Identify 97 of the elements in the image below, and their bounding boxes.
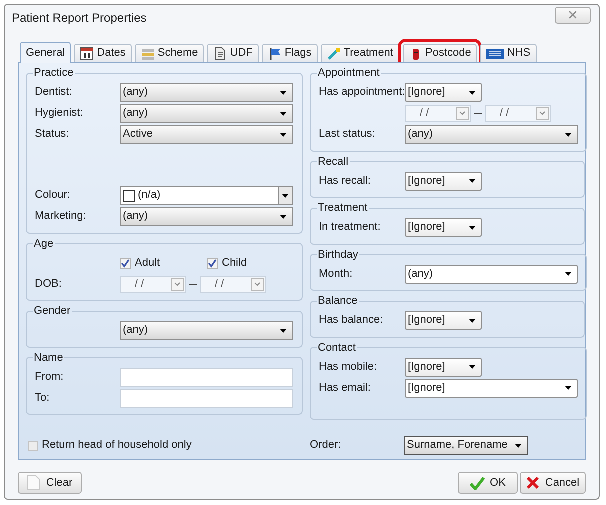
dropdown-arrow-icon: [469, 179, 476, 183]
tab[interactable]: Scheme: [134, 44, 204, 62]
tab[interactable]: Treatment: [320, 44, 400, 62]
check-icon: [470, 476, 486, 490]
ok-button[interactable]: OK: [458, 472, 518, 494]
group-title: Balance: [317, 294, 359, 309]
dropdown-arrow-icon: [565, 132, 572, 136]
dropdown[interactable]: (any): [120, 207, 293, 226]
field-label: In treatment:: [319, 220, 381, 236]
field-label: Has appointment:: [319, 85, 406, 100]
tab[interactable]: Flags: [262, 44, 318, 62]
field-label: Status:: [35, 127, 70, 142]
group-title: Name: [33, 350, 64, 366]
date-field[interactable]: / /: [405, 105, 471, 122]
dropdown[interactable]: (any): [120, 321, 293, 340]
blank-page-icon: [27, 475, 42, 491]
badge-icon: [486, 48, 504, 58]
colour-dropdown[interactable]: (n/a): [120, 186, 293, 205]
chevron-down-icon: [536, 107, 549, 120]
dropdown-arrow-icon: [280, 112, 287, 116]
dropdown[interactable]: (any): [405, 264, 578, 284]
dropdown-arrow-icon: [469, 90, 476, 94]
chevron-down-icon: [171, 278, 184, 290]
range-dash: [474, 113, 482, 114]
field-label: Has balance:: [319, 313, 384, 328]
document-icon: [213, 46, 228, 60]
date-field[interactable]: / /: [485, 105, 551, 122]
text-field[interactable]: [120, 388, 293, 408]
date-field[interactable]: / /: [200, 276, 266, 292]
dropdown-arrow-icon: [565, 386, 572, 390]
field-label: Has mobile:: [319, 360, 378, 375]
close-icon: [567, 9, 579, 21]
field-label: Has recall:: [319, 174, 371, 189]
dropdown-arrow-icon: [469, 318, 476, 322]
dropdown-arrow-icon: [282, 194, 289, 198]
field-label: Last status:: [319, 127, 376, 142]
dropdown[interactable]: [Ignore]: [405, 311, 482, 330]
dropdown-button[interactable]: [278, 187, 292, 204]
clear-button[interactable]: Clear: [18, 472, 82, 494]
field-label: Order:: [310, 438, 342, 454]
dropdown[interactable]: [Ignore]: [405, 358, 482, 376]
tab[interactable]: NHS: [480, 44, 537, 62]
dropdown[interactable]: [Ignore]: [405, 378, 578, 398]
calendar-icon: [80, 46, 94, 60]
stacked-list-icon: [140, 46, 155, 60]
dropdown-arrow-icon: [469, 226, 476, 230]
dropdown[interactable]: Surname, Forename: [404, 436, 528, 455]
dropdown-arrow-icon: [565, 272, 572, 276]
group-title: Appointment: [317, 66, 381, 81]
dropdown[interactable]: [Ignore]: [405, 172, 482, 190]
dropdown-arrow-icon: [469, 365, 476, 369]
dropdown-arrow-icon: [280, 132, 287, 136]
field-label: DOB:: [35, 276, 62, 292]
dropdown[interactable]: (any): [120, 83, 293, 102]
field-label: Month:: [319, 266, 353, 282]
colour-swatch: [123, 190, 135, 202]
check-icon: [208, 258, 217, 268]
close-button[interactable]: [555, 6, 591, 24]
group-title: Practice: [33, 66, 75, 81]
text-field[interactable]: [120, 368, 293, 386]
field-label: Dentist:: [35, 85, 72, 100]
dropdown[interactable]: (any): [120, 104, 293, 123]
field-label: To:: [35, 390, 50, 406]
dropdown[interactable]: [Ignore]: [405, 83, 482, 102]
chevron-down-icon: [456, 107, 469, 120]
check-icon: [121, 258, 130, 268]
group-title: Treatment: [317, 201, 369, 216]
group-title: Recall: [317, 154, 350, 170]
field-label: Has email:: [319, 380, 371, 396]
window-title: Patient Report Properties: [12, 10, 147, 27]
checkbox[interactable]: Adult: [120, 254, 207, 272]
group-title: Birthday: [317, 248, 360, 262]
field-label: Hygienist:: [35, 106, 84, 122]
dropdown-arrow-icon: [515, 444, 522, 448]
group-title: Gender: [33, 304, 72, 319]
group-title: Age: [33, 236, 55, 252]
tab[interactable]: General: [20, 42, 72, 63]
dropdown-arrow-icon: [280, 90, 287, 94]
dropdown-arrow-icon: [280, 214, 287, 218]
dropdown[interactable]: (any): [405, 125, 578, 144]
close-icon: [526, 476, 540, 490]
dropdown[interactable]: [Ignore]: [405, 218, 482, 237]
dropdown[interactable]: Active: [120, 125, 293, 144]
field-label: Marketing:: [35, 209, 86, 224]
checkbox[interactable]: Child: [207, 254, 294, 272]
date-field[interactable]: / /: [120, 276, 186, 292]
tab[interactable]: Dates: [74, 44, 132, 62]
checkbox[interactable]: Return head of household only: [26, 437, 310, 454]
tab[interactable]: UDF: [207, 44, 259, 62]
flag-icon: [268, 46, 282, 60]
chevron-down-icon: [251, 278, 264, 290]
field-label: From:: [35, 370, 64, 385]
dropdown-arrow-icon: [280, 328, 287, 332]
cancel-button[interactable]: Cancel: [520, 472, 586, 494]
field-label: Colour:: [35, 188, 70, 204]
group-title: Contact: [317, 340, 357, 356]
toothbrush-icon: [326, 46, 341, 60]
